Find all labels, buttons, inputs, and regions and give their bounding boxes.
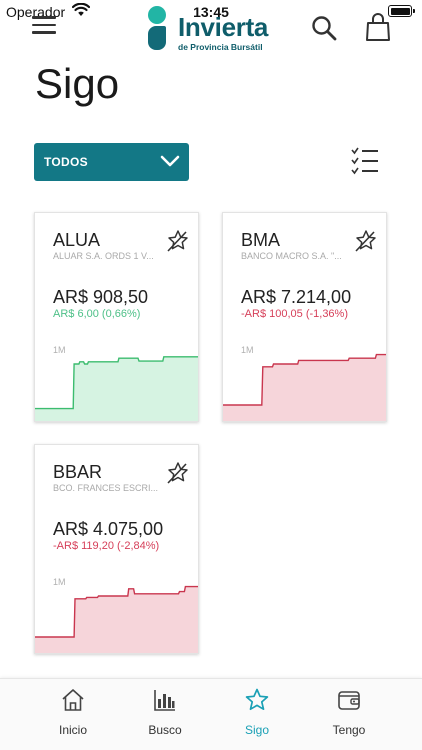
- brand-name: Invierta: [178, 12, 269, 42]
- star-icon: [245, 688, 269, 711]
- unpin-icon[interactable]: [165, 229, 189, 253]
- tab-label: Busco: [148, 723, 182, 737]
- sparkline-chart: [35, 585, 198, 653]
- bar-chart-icon: [154, 690, 175, 711]
- stock-change: -AR$ 119,20 (-2,84%): [53, 540, 160, 552]
- stock-description: BCO. FRANCES ESCRI...: [53, 483, 159, 493]
- checklist-view-icon[interactable]: [350, 145, 380, 177]
- stock-change: AR$ 6,00 (0,66%): [53, 308, 141, 320]
- tab-busco[interactable]: Busco: [125, 687, 205, 743]
- stock-description: BANCO MACRO S.A. "...: [241, 251, 342, 261]
- tab-inicio[interactable]: Inicio: [33, 687, 113, 743]
- home-icon: [62, 689, 84, 711]
- sparkline-area: [35, 356, 198, 421]
- sparkline-chart: [35, 356, 198, 421]
- page-title: Sigo: [35, 60, 120, 107]
- logo-mark-body: [148, 26, 166, 50]
- app-header: Invierta de Provincia Bursátil: [0, 0, 422, 56]
- stock-card-alua[interactable]: ALUA ALUAR S.A. ORDS 1 V... AR$ 908,50 A…: [34, 212, 199, 422]
- chevron-down-icon: [160, 155, 180, 167]
- hamburger-menu-icon[interactable]: [32, 16, 56, 36]
- stock-card-bbar[interactable]: BBAR BCO. FRANCES ESCRI... AR$ 4.075,00 …: [34, 444, 199, 654]
- stock-price: AR$ 908,50: [53, 287, 149, 307]
- stock-ticker: BMA: [241, 230, 281, 250]
- sparkline-chart: [223, 353, 386, 421]
- brand-tagline: de Provincia Bursátil: [178, 42, 263, 52]
- unpin-icon[interactable]: [165, 461, 189, 485]
- tab-label: Tengo: [332, 723, 366, 737]
- tab-label: Sigo: [244, 723, 270, 737]
- brand-logo: Invierta de Provincia Bursátil: [148, 4, 278, 52]
- wallet-icon: [338, 691, 360, 710]
- unpin-icon[interactable]: [353, 229, 377, 253]
- bottom-tab-bar: Inicio Busco Sigo Tengo: [0, 678, 422, 750]
- stock-description: ALUAR S.A. ORDS 1 V...: [53, 251, 154, 261]
- sparkline-area: [223, 354, 386, 421]
- stock-change: -AR$ 100,05 (-1,36%): [241, 308, 348, 320]
- tab-tengo[interactable]: Tengo: [309, 687, 389, 743]
- filter-dropdown[interactable]: TODOS: [34, 143, 189, 181]
- stock-card-bma[interactable]: BMA BANCO MACRO S.A. "... AR$ 7.214,00 -…: [222, 212, 387, 422]
- stock-ticker: ALUA: [53, 230, 101, 250]
- stock-price: AR$ 7.214,00: [241, 287, 352, 307]
- sparkline-area: [35, 586, 198, 653]
- tab-label: Inicio: [58, 723, 87, 737]
- tab-sigo[interactable]: Sigo: [217, 687, 297, 743]
- stock-ticker: BBAR: [53, 462, 103, 482]
- filter-selected-label: TODOS: [44, 155, 88, 169]
- logo-mark-dot: [148, 6, 166, 24]
- stock-price: AR$ 4.075,00: [53, 519, 164, 539]
- shopping-bag-icon[interactable]: [365, 12, 391, 42]
- search-icon[interactable]: [310, 14, 338, 42]
